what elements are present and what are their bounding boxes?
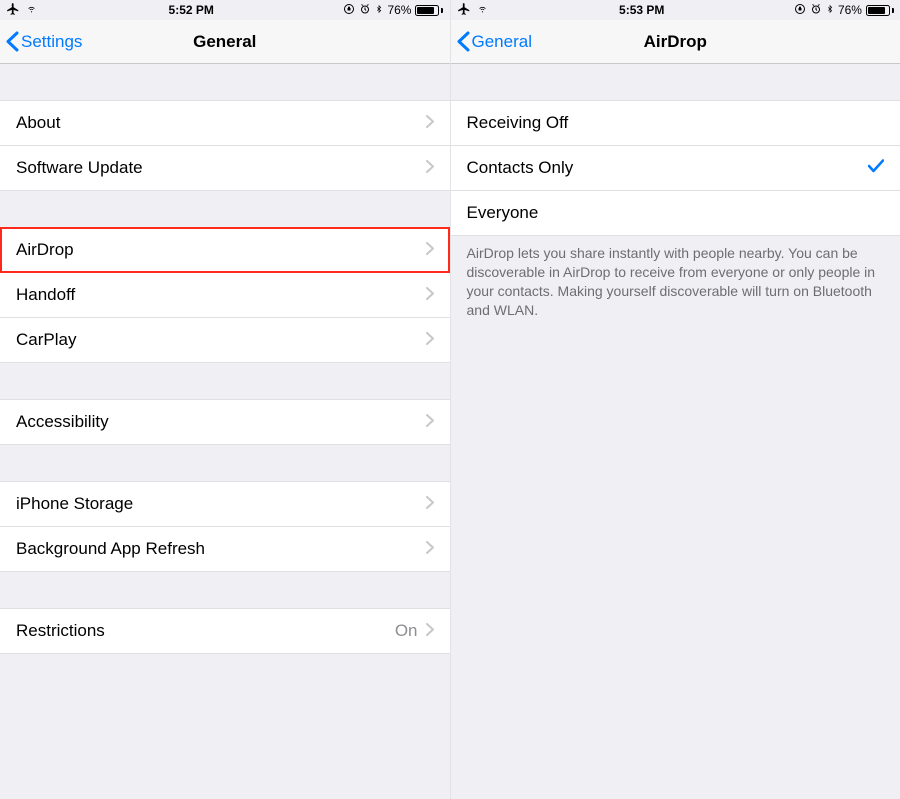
status-bar: 5:52 PM 76% bbox=[0, 0, 450, 20]
row-carplay[interactable]: CarPlay bbox=[0, 318, 450, 363]
settings-list: About Software Update AirDrop Handoff Ca… bbox=[0, 64, 450, 654]
row-label: Restrictions bbox=[16, 621, 105, 641]
battery-icon bbox=[415, 5, 443, 16]
option-label: Contacts Only bbox=[467, 158, 574, 178]
row-label: CarPlay bbox=[16, 330, 76, 350]
airplane-mode-icon bbox=[457, 2, 471, 19]
checkmark-icon bbox=[868, 158, 884, 178]
orientation-lock-icon bbox=[343, 3, 355, 18]
airdrop-options: Receiving Off Contacts Only Everyone Air… bbox=[451, 64, 900, 320]
row-label: Software Update bbox=[16, 158, 143, 178]
alarm-icon bbox=[359, 3, 371, 18]
alarm-icon bbox=[810, 3, 822, 18]
nav-bar: General AirDrop bbox=[451, 20, 900, 64]
status-time: 5:53 PM bbox=[619, 3, 664, 17]
row-airdrop[interactable]: AirDrop bbox=[0, 227, 450, 273]
bluetooth-icon bbox=[826, 3, 834, 18]
row-about[interactable]: About bbox=[0, 100, 450, 146]
back-label: General bbox=[472, 32, 532, 52]
row-detail: On bbox=[395, 621, 418, 641]
screen-general: 5:52 PM 76% Settings General About bbox=[0, 0, 450, 799]
option-contacts-only[interactable]: Contacts Only bbox=[451, 146, 900, 191]
option-label: Receiving Off bbox=[467, 113, 569, 133]
back-button[interactable]: General bbox=[457, 31, 532, 52]
option-label: Everyone bbox=[467, 203, 539, 223]
option-everyone[interactable]: Everyone bbox=[451, 191, 900, 236]
screen-airdrop: 5:53 PM 76% General AirDrop Receiving Of… bbox=[450, 0, 900, 799]
status-bar: 5:53 PM 76% bbox=[451, 0, 900, 20]
chevron-right-icon bbox=[426, 158, 434, 178]
battery-percentage: 76% bbox=[838, 3, 862, 17]
chevron-right-icon bbox=[426, 539, 434, 559]
row-background-app-refresh[interactable]: Background App Refresh bbox=[0, 527, 450, 572]
status-time: 5:52 PM bbox=[169, 3, 214, 17]
row-label: Background App Refresh bbox=[16, 539, 205, 559]
back-label: Settings bbox=[21, 32, 82, 52]
nav-bar: Settings General bbox=[0, 20, 450, 64]
chevron-left-icon bbox=[6, 31, 19, 52]
row-label: Accessibility bbox=[16, 412, 109, 432]
wifi-icon bbox=[24, 3, 39, 17]
row-label: AirDrop bbox=[16, 240, 74, 260]
bluetooth-icon bbox=[375, 3, 383, 18]
chevron-right-icon bbox=[426, 621, 434, 641]
chevron-right-icon bbox=[426, 113, 434, 133]
wifi-icon bbox=[475, 3, 490, 17]
chevron-right-icon bbox=[426, 412, 434, 432]
chevron-left-icon bbox=[457, 31, 470, 52]
row-label: Handoff bbox=[16, 285, 75, 305]
option-receiving-off[interactable]: Receiving Off bbox=[451, 100, 900, 146]
row-handoff[interactable]: Handoff bbox=[0, 273, 450, 318]
row-restrictions[interactable]: Restrictions On bbox=[0, 608, 450, 654]
airplane-mode-icon bbox=[6, 2, 20, 19]
row-label: iPhone Storage bbox=[16, 494, 133, 514]
chevron-right-icon bbox=[426, 240, 434, 260]
battery-percentage: 76% bbox=[387, 3, 411, 17]
row-iphone-storage[interactable]: iPhone Storage bbox=[0, 481, 450, 527]
page-title: General bbox=[193, 32, 256, 52]
row-label: About bbox=[16, 113, 60, 133]
row-accessibility[interactable]: Accessibility bbox=[0, 399, 450, 445]
chevron-right-icon bbox=[426, 494, 434, 514]
chevron-right-icon bbox=[426, 330, 434, 350]
footer-note: AirDrop lets you share instantly with pe… bbox=[451, 236, 900, 320]
orientation-lock-icon bbox=[794, 3, 806, 18]
battery-icon bbox=[866, 5, 894, 16]
page-title: AirDrop bbox=[644, 32, 707, 52]
chevron-right-icon bbox=[426, 285, 434, 305]
back-button[interactable]: Settings bbox=[6, 31, 82, 52]
row-software-update[interactable]: Software Update bbox=[0, 146, 450, 191]
